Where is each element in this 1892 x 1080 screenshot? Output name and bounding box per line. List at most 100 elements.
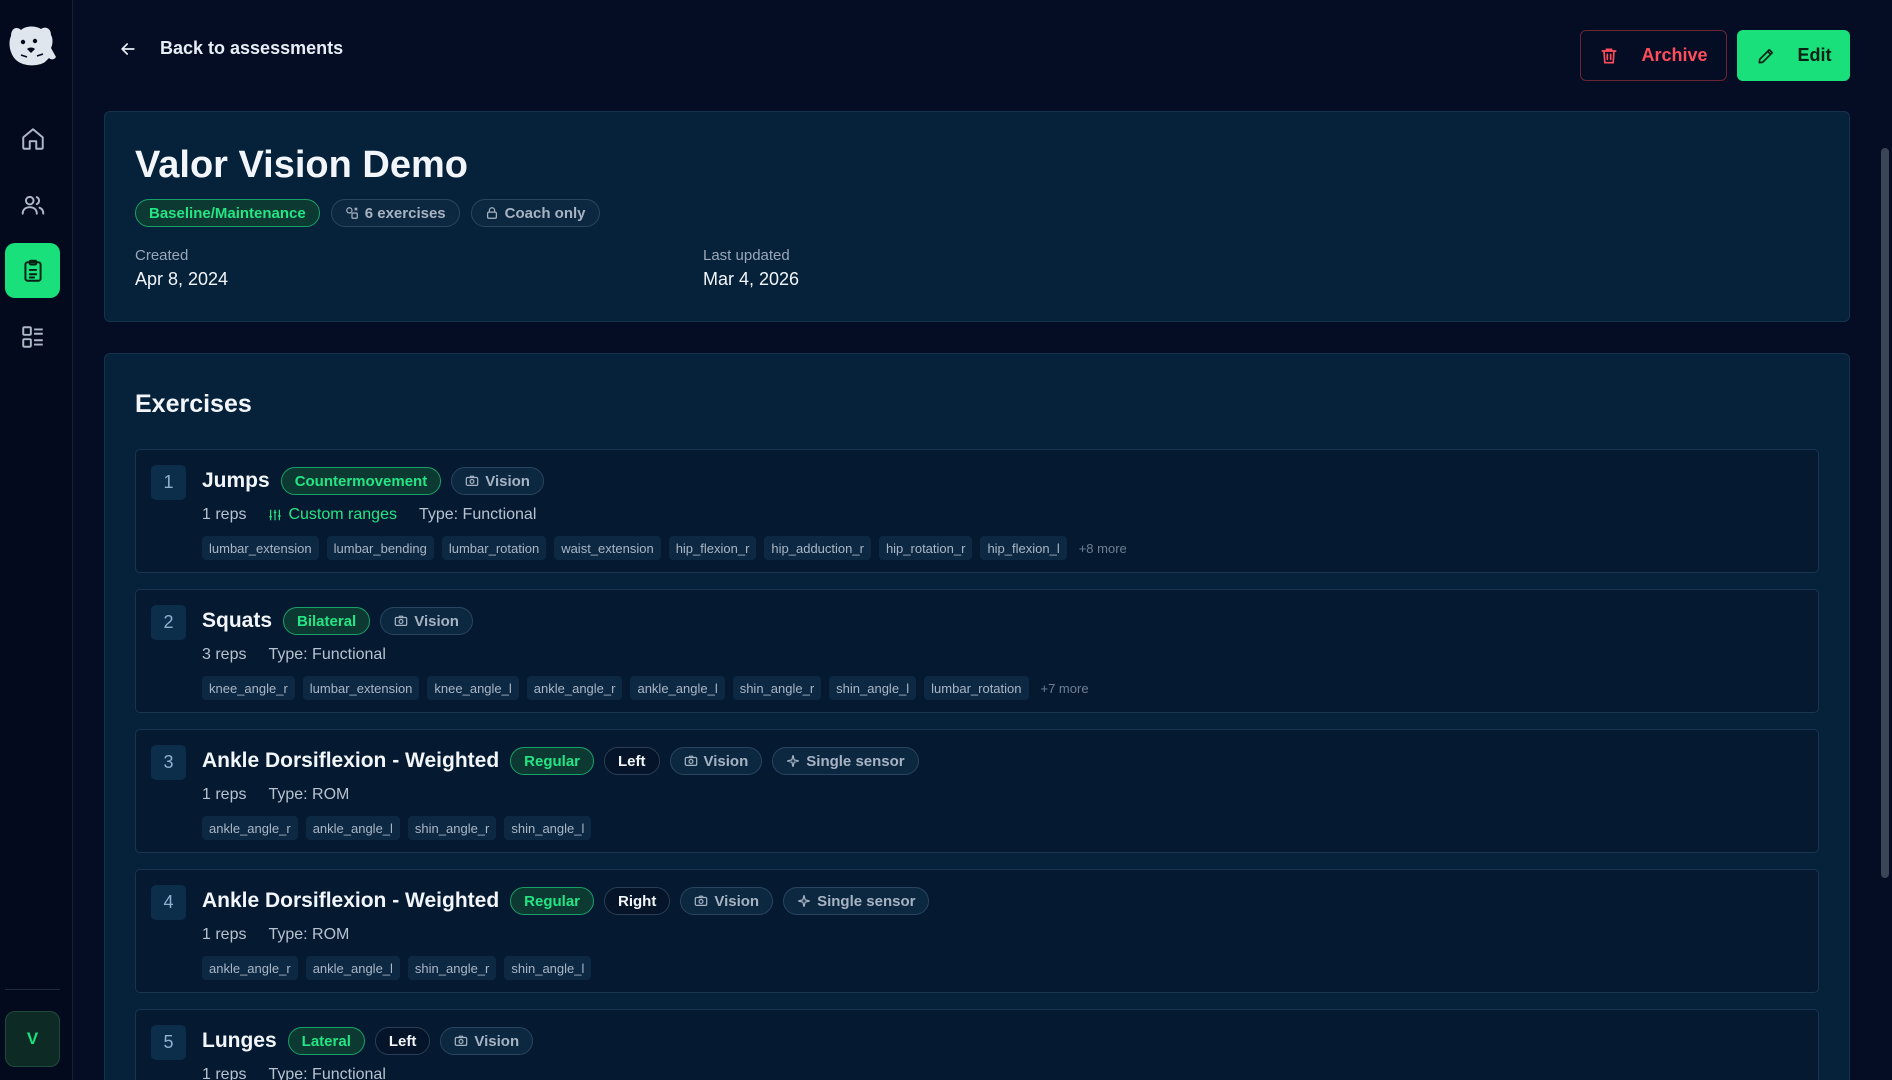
sliders-icon bbox=[269, 509, 282, 521]
exercise-header: Ankle Dorsiflexion - Weighted Regular Righ… bbox=[202, 887, 930, 915]
camera-icon bbox=[394, 615, 408, 626]
exercise-name: Lunges bbox=[202, 1029, 277, 1052]
vision-label: Vision bbox=[474, 1032, 520, 1050]
updated-label: Last updated bbox=[703, 247, 790, 264]
bear-logo-icon[interactable] bbox=[7, 22, 57, 68]
custom-ranges-label: Custom ranges bbox=[288, 506, 397, 523]
reps-text: 3 reps bbox=[202, 646, 247, 663]
exercise-info: 1 reps Type: ROM bbox=[202, 926, 349, 944]
lock-icon bbox=[486, 207, 497, 219]
joint-tags: lumbar_extension lumbar_bending lumbar_rot… bbox=[202, 536, 1127, 560]
created-value: Apr 8, 2024 bbox=[135, 269, 229, 289]
camera-icon bbox=[695, 895, 708, 906]
back-to-assessments-link[interactable]: Back to assessments bbox=[118, 38, 343, 59]
camera-icon bbox=[684, 755, 697, 766]
variant-badge: Regular bbox=[510, 747, 595, 775]
joint-tag: ankle_angle_l bbox=[305, 816, 400, 840]
home-icon bbox=[21, 127, 44, 150]
exercise-info: 1 reps Type: Functional bbox=[202, 1066, 386, 1080]
sensor-badge: Single sensor bbox=[772, 747, 919, 775]
list-icon bbox=[21, 325, 43, 348]
visibility-label: Coach only bbox=[504, 204, 586, 222]
side-badge: Left bbox=[604, 747, 660, 775]
joint-tag: ankle_angle_r bbox=[202, 816, 298, 840]
edit-label: Edit bbox=[1797, 45, 1832, 65]
joint-tags: knee_angle_r lumbar_extension knee_angle_l… bbox=[202, 676, 1089, 700]
reps-text: 1 reps bbox=[202, 926, 247, 943]
exercise-info: 3 reps Type: Functional bbox=[202, 646, 386, 664]
more-tags[interactable]: +7 more bbox=[1037, 676, 1089, 700]
exercises-card: Exercises 1 Jumps Countermovement Vision 1 r… bbox=[104, 353, 1850, 1080]
joint-tag: lumbar_rotation bbox=[924, 676, 1029, 700]
exercise-number: 5 bbox=[151, 1025, 186, 1060]
exercise-header: Squats Bilateral Vision bbox=[202, 607, 473, 635]
reps-text: 1 reps bbox=[202, 506, 247, 523]
exercise-name: Jumps bbox=[202, 469, 270, 492]
exercise-row[interactable]: 1 Jumps Countermovement Vision 1 reps Custom … bbox=[135, 449, 1819, 573]
custom-ranges-link[interactable]: Custom ranges bbox=[268, 506, 397, 524]
type-text: Type: Functional bbox=[268, 1066, 386, 1080]
type-text: Type: Functional bbox=[418, 506, 537, 523]
vision-badge: Vision bbox=[380, 607, 473, 635]
exercises-heading: Exercises bbox=[135, 390, 252, 418]
joint-tag: ankle_angle_l bbox=[305, 956, 400, 980]
more-tags[interactable]: +8 more bbox=[1075, 536, 1127, 560]
user-avatar[interactable]: V bbox=[5, 1011, 60, 1067]
joint-tag: lumbar_extension bbox=[202, 536, 319, 560]
exercise-number: 3 bbox=[151, 745, 186, 780]
arrow-left-icon bbox=[121, 42, 135, 55]
vision-badge: Vision bbox=[440, 1027, 534, 1055]
joint-tag: shin_angle_l bbox=[504, 956, 592, 980]
exercise-number: 2 bbox=[151, 605, 186, 640]
joint-tag: lumbar_bending bbox=[326, 536, 434, 560]
edit-button[interactable]: Edit bbox=[1737, 30, 1850, 81]
exercise-row[interactable]: 3 Ankle Dorsiflexion - Weighted Regular Lef… bbox=[135, 729, 1819, 853]
shapes-icon bbox=[345, 207, 358, 219]
joint-tag: lumbar_rotation bbox=[441, 536, 547, 560]
joint-tag: shin_angle_r bbox=[732, 676, 822, 700]
vision-label: Vision bbox=[703, 752, 749, 770]
reps-text: 1 reps bbox=[202, 1066, 247, 1080]
variant-badge: Countermovement bbox=[280, 467, 442, 495]
exercise-count-badge: 6 exercises bbox=[330, 199, 460, 227]
category-badge-label: Baseline/Maintenance bbox=[149, 204, 306, 222]
back-link-label: Back to assessments bbox=[160, 38, 344, 58]
archive-button[interactable]: Archive bbox=[1580, 30, 1727, 81]
nav-assessments[interactable] bbox=[5, 243, 60, 298]
joint-tag: shin_angle_r bbox=[407, 956, 497, 980]
sparkle-icon bbox=[798, 895, 810, 907]
exercise-header: Lunges Lateral Left Vision bbox=[202, 1027, 534, 1055]
sparkle-icon bbox=[787, 755, 800, 767]
joint-tag: waist_extension bbox=[554, 536, 661, 560]
page-scrollbar[interactable] bbox=[1881, 148, 1889, 878]
exercise-number: 4 bbox=[151, 885, 186, 920]
joint-tag: hip_adduction_r bbox=[764, 536, 871, 560]
vision-badge: Vision bbox=[669, 747, 763, 775]
sidebar-divider bbox=[5, 989, 60, 990]
nav-home[interactable] bbox=[5, 111, 60, 166]
camera-icon bbox=[455, 1035, 468, 1046]
nav-athletes[interactable] bbox=[5, 177, 60, 232]
joint-tag: hip_rotation_r bbox=[878, 536, 973, 560]
side-badge: Left bbox=[374, 1027, 431, 1055]
exercise-row[interactable]: 2 Squats Bilateral Vision 3 reps Type: Functi… bbox=[135, 589, 1819, 713]
joint-tags: ankle_angle_r ankle_angle_l shin_angle_r sh… bbox=[202, 816, 592, 840]
exercise-row[interactable]: 5 Lunges Lateral Left Vision 1 reps Type: Func… bbox=[135, 1009, 1819, 1080]
exercise-header: Jumps Countermovement Vision bbox=[202, 467, 544, 495]
variant-badge: Regular bbox=[510, 887, 595, 915]
vision-badge: Vision bbox=[680, 887, 774, 915]
joint-tag: knee_angle_l bbox=[427, 676, 519, 700]
joint-tag: lumbar_extension bbox=[302, 676, 420, 700]
visibility-badge: Coach only bbox=[470, 199, 600, 227]
users-icon bbox=[21, 195, 44, 215]
joint-tag: shin_angle_r bbox=[407, 816, 497, 840]
assessment-summary-card: Valor Vision Demo Baseline/Maintenance 6… bbox=[104, 111, 1850, 322]
nav-reports[interactable] bbox=[5, 309, 60, 364]
created-meta: Created Apr 8, 2024 bbox=[135, 247, 228, 290]
exercise-info: 1 reps Type: ROM bbox=[202, 786, 349, 804]
exercise-row[interactable]: 4 Ankle Dorsiflexion - Weighted Regular Rig… bbox=[135, 869, 1819, 993]
exercise-info: 1 reps Custom ranges Type: Functional bbox=[202, 506, 536, 524]
joint-tag: hip_flexion_r bbox=[668, 536, 757, 560]
reps-text: 1 reps bbox=[202, 786, 247, 803]
sensor-label: Single sensor bbox=[817, 892, 916, 910]
